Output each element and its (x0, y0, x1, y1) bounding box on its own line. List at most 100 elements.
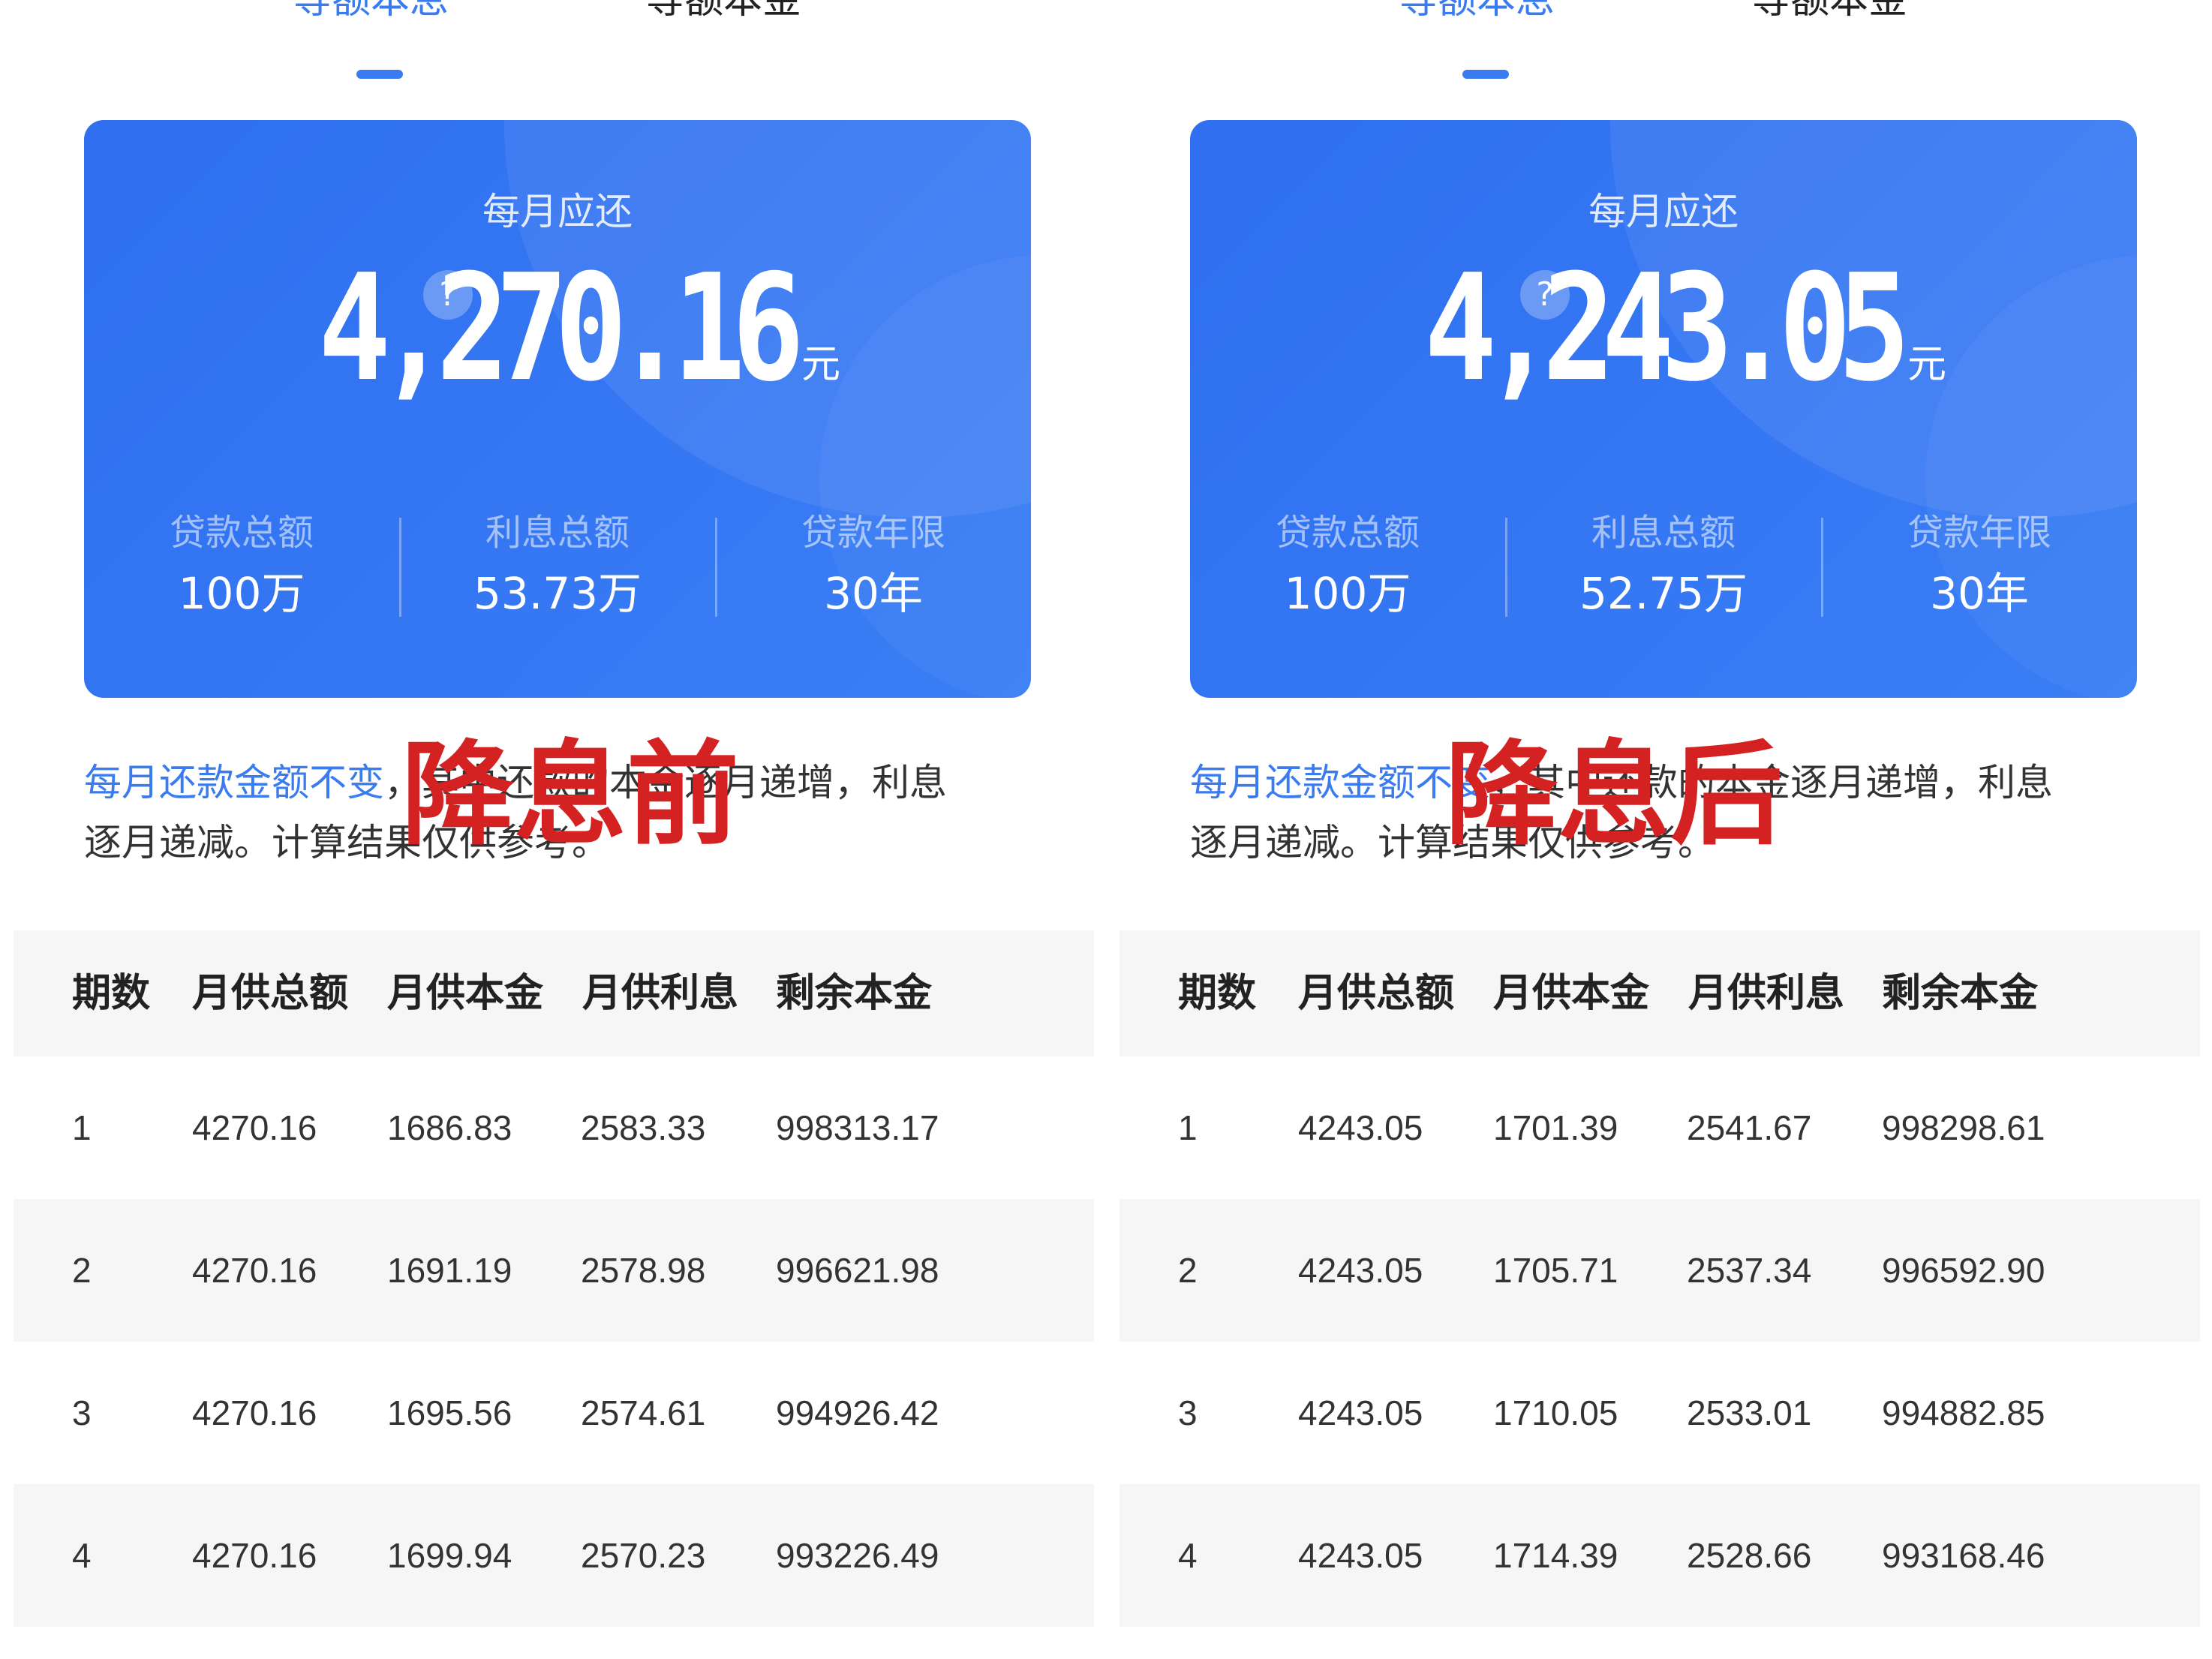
tab-active-indicator (1462, 70, 1509, 79)
cell-monthly-interest: 2537.34 (1687, 1251, 1812, 1290)
cell-period: 3 (72, 1393, 92, 1432)
cell-period: 2 (1178, 1251, 1198, 1290)
cell-period: 3 (1178, 1393, 1198, 1432)
monthly-payment-card: 每月应还 4,243.05 元 ? 贷款总额 100万 利息总额 52.75万 贷… (1190, 120, 2137, 698)
cell-monthly-interest: 2528.66 (1687, 1536, 1812, 1575)
stat-value: 30年 (824, 568, 923, 619)
header-monthly-total: 月供总额 (1298, 971, 1455, 1016)
cell-monthly-principal: 1710.05 (1493, 1393, 1618, 1432)
cell-monthly-interest: 2570.23 (581, 1536, 706, 1575)
table-row: 3 4270.16 1695.56 2574.61 994926.42 (14, 1342, 1094, 1484)
cell-monthly-total: 4243.05 (1298, 1536, 1423, 1575)
cell-monthly-interest: 2574.61 (581, 1393, 706, 1432)
stat-interest-total: 利息总额 52.75万 (1506, 510, 1821, 623)
cell-remaining-principal: 993226.49 (776, 1536, 939, 1575)
cell-monthly-principal: 1701.39 (1493, 1108, 1618, 1147)
table-row: 2 4243.05 1705.71 2537.34 996592.90 (1120, 1199, 2200, 1342)
cell-remaining-principal: 993168.46 (1882, 1536, 2045, 1575)
header-monthly-interest: 月供利息 (1688, 971, 1845, 1016)
cell-monthly-total: 4270.16 (192, 1393, 317, 1432)
table-row: 4 4243.05 1714.39 2528.66 993168.46 (1120, 1484, 2200, 1627)
cell-monthly-total: 4243.05 (1298, 1393, 1423, 1432)
panel-after: 等额本息 等额本金 每月应还 4,243.05 元 ? 贷款总额 100万 利息总… (1106, 0, 2212, 1659)
cell-remaining-principal: 998313.17 (776, 1108, 939, 1147)
cell-monthly-principal: 1699.94 (387, 1536, 512, 1575)
stat-loan-total: 贷款总额 100万 (84, 510, 399, 623)
stat-loan-total: 贷款总额 100万 (1190, 510, 1505, 623)
header-remaining-principal: 剩余本金 (776, 971, 933, 1016)
table-header: 期数 月供总额 月供本金 月供利息 剩余本金 (14, 930, 1094, 1056)
amount-unit: 元 (1907, 342, 1947, 387)
header-monthly-principal: 月供本金 (1493, 971, 1650, 1016)
card-title: 每月应还 (482, 190, 633, 233)
cell-period: 1 (1178, 1108, 1198, 1147)
header-monthly-total: 月供总额 (192, 971, 349, 1016)
monthly-payment-card: 每月应还 4,270.16 元 ? 贷款总额 100万 利息总额 53.73万 贷… (84, 120, 1031, 698)
header-remaining-principal: 剩余本金 (1882, 971, 2039, 1016)
cell-monthly-total: 4270.16 (192, 1251, 317, 1290)
tab-equal-principal[interactable]: 等额本金 (645, 0, 801, 30)
stat-label: 贷款总额 (1275, 512, 1420, 554)
loan-stats: 贷款总额 100万 利息总额 53.73万 贷款年限 30年 (84, 510, 1031, 623)
stat-label: 贷款年限 (1907, 512, 2051, 554)
loan-stats: 贷款总额 100万 利息总额 52.75万 贷款年限 30年 (1190, 510, 2137, 623)
stat-label: 贷款年限 (801, 512, 945, 554)
stat-value: 52.75万 (1579, 568, 1748, 619)
table-row: 3 4243.05 1710.05 2533.01 994882.85 (1120, 1342, 2200, 1484)
cell-remaining-principal: 996592.90 (1882, 1251, 2045, 1290)
header-monthly-principal: 月供本金 (387, 971, 544, 1016)
amount-unit: 元 (801, 342, 841, 387)
cell-monthly-principal: 1686.83 (387, 1108, 512, 1147)
amount-row: 4,270.16 元 (84, 254, 1031, 404)
stat-value: 100万 (178, 568, 305, 619)
cell-monthly-principal: 1691.19 (387, 1251, 512, 1290)
tab-equal-principal[interactable]: 等额本金 (1751, 0, 1907, 30)
stat-label: 利息总额 (1591, 512, 1736, 554)
help-icon[interactable]: ? (1520, 270, 1570, 320)
stat-value: 100万 (1284, 568, 1411, 619)
monthly-payment-amount: 4,270.16 (318, 243, 804, 414)
stat-value: 53.73万 (473, 568, 642, 619)
tab-equal-installment[interactable]: 等额本息 (1399, 0, 1555, 30)
header-period: 期数 (1178, 971, 1257, 1016)
repayment-table: 期数 月供总额 月供本金 月供利息 剩余本金 1 4270.16 1686.83… (14, 930, 1094, 1627)
table-row: 2 4270.16 1691.19 2578.98 996621.98 (14, 1199, 1094, 1342)
table-row: 1 4243.05 1701.39 2541.67 998298.61 (1120, 1056, 2200, 1199)
annotation-label: 降息后 (1445, 730, 1784, 861)
help-icon[interactable]: ? (423, 270, 473, 320)
cell-remaining-principal: 994926.42 (776, 1393, 939, 1432)
repayment-table: 期数 月供总额 月供本金 月供利息 剩余本金 1 4243.05 1701.39… (1120, 930, 2200, 1627)
stat-loan-term: 贷款年限 30年 (1822, 510, 2137, 623)
stat-label: 利息总额 (485, 512, 630, 554)
stat-interest-total: 利息总额 53.73万 (400, 510, 715, 623)
cell-monthly-total: 4270.16 (192, 1536, 317, 1575)
stat-value: 30年 (1930, 568, 2029, 619)
comparison-screenshot: 等额本息 等额本金 每月应还 4,270.16 元 ? 贷款总额 100万 利息总… (0, 0, 2212, 1659)
card-title: 每月应还 (1588, 190, 1739, 233)
tab-bar: 等额本息 等额本金 (1106, 0, 2212, 30)
monthly-payment-amount: 4,243.05 (1424, 243, 1910, 414)
tab-equal-installment[interactable]: 等额本息 (293, 0, 449, 30)
cell-period: 4 (72, 1536, 92, 1575)
cell-period: 1 (72, 1108, 92, 1147)
description-highlight: 每月还款金额不变 (84, 761, 384, 804)
annotation-label: 降息前 (401, 730, 740, 861)
stat-loan-term: 贷款年限 30年 (716, 510, 1031, 623)
cell-monthly-interest: 2583.33 (581, 1108, 706, 1147)
header-monthly-interest: 月供利息 (582, 971, 739, 1016)
cell-monthly-interest: 2578.98 (581, 1251, 706, 1290)
panel-before: 等额本息 等额本金 每月应还 4,270.16 元 ? 贷款总额 100万 利息总… (0, 0, 1106, 1659)
amount-row: 4,243.05 元 (1190, 254, 2137, 404)
table-row: 4 4270.16 1699.94 2570.23 993226.49 (14, 1484, 1094, 1627)
cell-monthly-principal: 1695.56 (387, 1393, 512, 1432)
cell-monthly-principal: 1714.39 (1493, 1536, 1618, 1575)
cell-remaining-principal: 996621.98 (776, 1251, 939, 1290)
cell-monthly-total: 4270.16 (192, 1108, 317, 1147)
table-row: 1 4270.16 1686.83 2583.33 998313.17 (14, 1056, 1094, 1199)
stat-label: 贷款总额 (169, 512, 314, 554)
cell-monthly-total: 4243.05 (1298, 1108, 1423, 1147)
cell-period: 2 (72, 1251, 92, 1290)
cell-monthly-principal: 1705.71 (1493, 1251, 1618, 1290)
cell-monthly-interest: 2533.01 (1687, 1393, 1812, 1432)
tab-active-indicator (356, 70, 403, 79)
